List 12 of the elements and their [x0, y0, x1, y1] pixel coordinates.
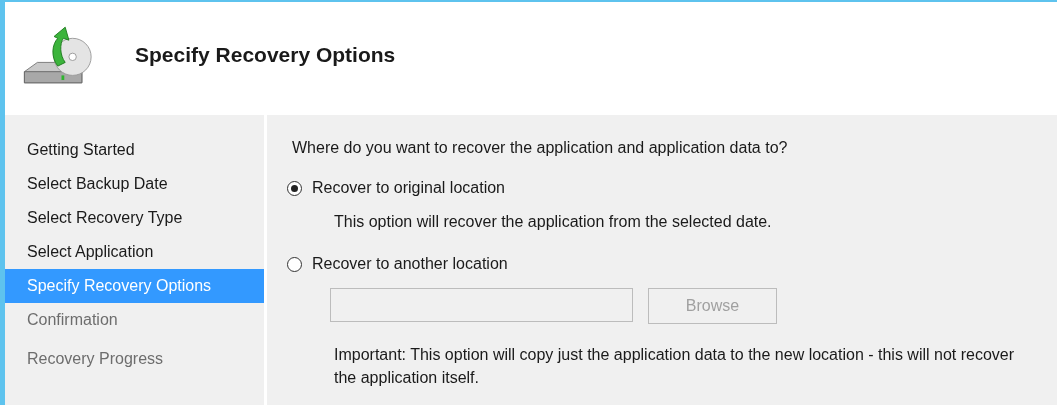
page-title: Specify Recovery Options — [135, 41, 396, 68]
question-text: Where do you want to recover the application and application data to? — [291, 138, 789, 158]
important-note: Important: This option will copy just the application data to the new location - this will not recover the application itself. — [333, 345, 1016, 388]
step-item[interactable]: Select Backup Date — [5, 167, 264, 201]
radio-button[interactable] — [287, 180, 302, 196]
step-item[interactable]: Select Recovery Type — [5, 201, 264, 235]
radio-label[interactable]: Recover to original location — [312, 176, 505, 200]
step-item[interactable]: Getting Started — [5, 133, 264, 167]
step-item[interactable]: Select Application — [5, 235, 264, 269]
radio-label[interactable]: Recover to another location — [312, 252, 508, 276]
radio-button[interactable] — [287, 256, 302, 272]
option-description: This option will recover the application from the selected date. — [333, 212, 773, 232]
